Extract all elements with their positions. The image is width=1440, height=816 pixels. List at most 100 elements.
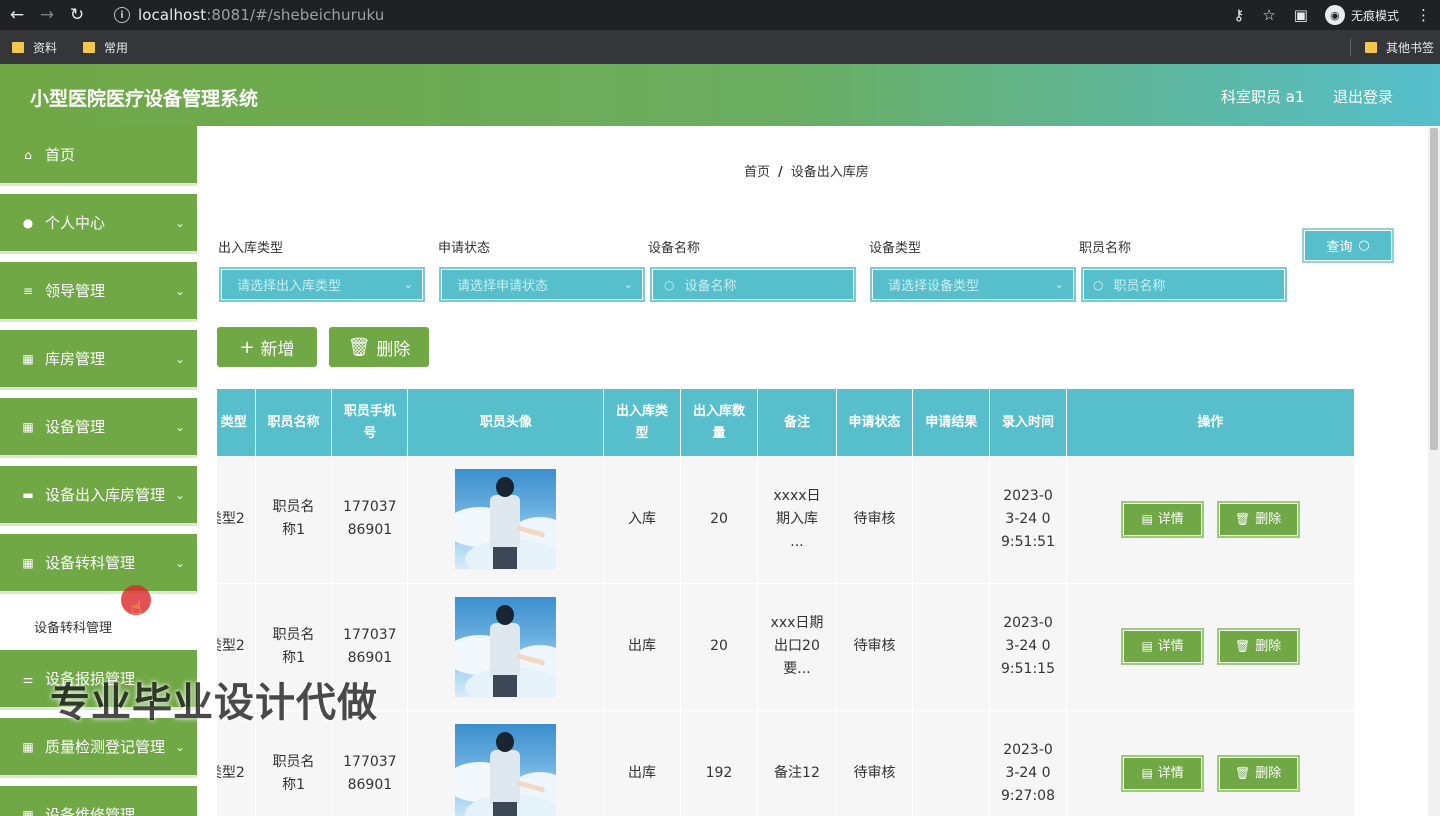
cell-io-type: 出库	[603, 710, 681, 816]
cell-qty: 20	[680, 456, 759, 584]
col-header[interactable]: 类型	[217, 389, 256, 456]
bookmark-folder[interactable]: 常用	[83, 39, 128, 56]
incognito-indicator[interactable]: ◉ 无痕模式	[1324, 5, 1399, 25]
filter-label-io-type: 出入库类型	[218, 241, 284, 256]
device-name-input[interactable]: ○ 设备名称	[650, 267, 856, 302]
row-delete-button[interactable]: 🗑 删除	[1216, 755, 1300, 792]
logout-link[interactable]: 退出登录	[1333, 86, 1393, 107]
address-bar[interactable]: i localhost:8081/#/shebeichuruku	[106, 2, 1276, 28]
status-select[interactable]: 请选择申请状态 ⌄	[439, 267, 645, 302]
col-header[interactable]: 申请结果	[912, 389, 991, 456]
chevron-down-icon: ⌄	[174, 216, 185, 230]
col-header[interactable]: 出入库数量	[680, 389, 759, 456]
sidebar-item-repair[interactable]: ▦ 设备维修管理 ⌄	[0, 786, 197, 816]
col-header[interactable]: 录入时间	[989, 389, 1067, 456]
menu-icon[interactable]: ⋮	[1416, 6, 1431, 24]
key-icon[interactable]: ⚷	[1233, 6, 1244, 24]
watermark-text: 专业毕业设计代做	[50, 680, 378, 726]
data-table: 类型 职员名称 职员手机号 职员头像 出入库类型 出入库数量 备注 申请状态 申…	[217, 389, 1407, 816]
sidebar-item-device-transfer[interactable]: ▦ 设备转科管理 ⌄	[0, 534, 197, 594]
cell-avatar	[407, 583, 605, 711]
detail-button[interactable]: ▤ 详情	[1121, 500, 1205, 538]
table-row: 类型2 职员名称1 17703786901 出库 192 备注12 待审核 20…	[217, 710, 1356, 816]
filter-label-device-type: 设备类型	[869, 241, 922, 256]
staff-avatar-image[interactable]	[455, 596, 557, 697]
search-icon: ○	[1358, 238, 1370, 253]
io-type-select[interactable]: 请选择出入库类型 ⌄	[219, 267, 425, 302]
col-header[interactable]: 申请状态	[836, 389, 914, 456]
cell-result	[912, 710, 991, 816]
device-type-select[interactable]: 请选择设备类型 ⌄	[870, 267, 1076, 302]
query-button[interactable]: 查询 ○	[1302, 228, 1394, 263]
table-row: 类型2 职员名称1 17703786901 入库 20 xxxx日期入库 ...…	[217, 456, 1356, 584]
document-icon: ▤	[1141, 511, 1153, 526]
cell-time: 2023-03-24 09:27:08	[989, 710, 1067, 816]
app-header: 小型医院医疗设备管理系统 科室职员 a1 退出登录	[0, 64, 1440, 126]
sidepanel-icon[interactable]: ▣	[1294, 6, 1308, 24]
staff-avatar-image[interactable]	[455, 723, 557, 816]
col-header: 操作	[1066, 389, 1356, 456]
row-delete-button[interactable]: 🗑 删除	[1216, 628, 1300, 665]
chevron-down-icon: ⌄	[174, 352, 185, 366]
back-icon[interactable]: ←	[4, 2, 30, 28]
user-icon: ●	[22, 215, 34, 230]
grid-icon: ▦	[22, 555, 34, 570]
cell-result	[912, 456, 991, 584]
detail-button[interactable]: ▤ 详情	[1121, 755, 1205, 792]
browser-toolbar: ← → ↻ i localhost:8081/#/shebeichuruku ⚷…	[0, 0, 1440, 30]
col-header[interactable]: 职员手机号	[331, 389, 409, 456]
info-icon[interactable]: i	[114, 7, 130, 23]
search-icon: ○	[664, 277, 675, 292]
cell-result	[912, 583, 991, 711]
trash-icon: 🗑	[1234, 639, 1251, 653]
cell-qty: 20	[680, 583, 759, 711]
staff-name-input[interactable]: ○ 职员名称	[1081, 267, 1287, 302]
document-icon: ▤	[1141, 766, 1153, 780]
scrollbar-thumb[interactable]	[1430, 128, 1438, 450]
detail-button[interactable]: ▤ 详情	[1121, 628, 1205, 665]
col-header[interactable]: 职员名称	[255, 389, 333, 456]
sidebar-item-devices[interactable]: ▦ 设备管理 ⌄	[0, 398, 197, 458]
cell-actions: ▤ 详情 🗑 删除	[1066, 583, 1356, 711]
cell-staff: 职员名称1	[255, 456, 333, 584]
sliders-icon: ⚌	[22, 671, 34, 686]
table-row: 类型2 职员名称1 17703786901 出库 20 xxx日期出口20要..…	[217, 583, 1356, 711]
folder-icon	[12, 41, 24, 53]
sidebar-item-device-inout[interactable]: ▬ 设备出入库房管理 ⌄	[0, 466, 197, 526]
submenu-item-device-transfer[interactable]: 设备转科管理	[0, 598, 197, 654]
chevron-down-icon: ⌄	[174, 420, 185, 434]
forward-icon[interactable]: →	[34, 2, 60, 28]
sidebar-item-profile[interactable]: ● 个人中心 ⌄	[0, 194, 197, 254]
chevron-down-icon: ⌄	[403, 278, 413, 291]
col-header[interactable]: 备注	[757, 389, 837, 456]
bookmark-folder[interactable]: 资料	[12, 39, 57, 56]
staff-avatar-image[interactable]	[455, 469, 557, 570]
document-icon: ▤	[1141, 639, 1153, 653]
page-scrollbar[interactable]	[1428, 126, 1440, 816]
trash-icon: 🗑	[1234, 766, 1251, 780]
breadcrumb-home[interactable]: 首页	[744, 165, 770, 180]
delete-button[interactable]: 🗑 删除	[329, 327, 429, 367]
col-header[interactable]: 出入库类型	[603, 389, 681, 456]
incognito-icon: ◉	[1324, 5, 1345, 25]
reload-icon[interactable]: ↻	[64, 2, 90, 28]
bookmarks-bar: 资料 常用 其他书签	[0, 30, 1440, 64]
cell-status: 待审核	[836, 456, 914, 584]
cell-avatar	[407, 456, 605, 584]
add-button[interactable]: + 新增	[217, 327, 317, 367]
chevron-down-icon: ⌄	[174, 284, 185, 298]
cell-time: 2023-03-24 09:51:51	[989, 456, 1067, 584]
grid-icon: ▦	[22, 419, 34, 434]
sidebar-item-storeroom[interactable]: ▦ 库房管理 ⌄	[0, 330, 197, 390]
sidebar-item-home[interactable]: ⌂ 首页	[0, 126, 197, 186]
cell-note: xxx日期出口20要...	[757, 583, 837, 711]
star-icon[interactable]: ☆	[1262, 6, 1275, 24]
other-bookmarks[interactable]: 其他书签	[1349, 30, 1434, 64]
table-header-row: 类型 职员名称 职员手机号 职员头像 出入库类型 出入库数量 备注 申请状态 申…	[217, 389, 1356, 456]
grid-icon: ▦	[22, 739, 34, 754]
sidebar-item-leaders[interactable]: ≡ 领导管理 ⌄	[0, 262, 197, 322]
row-delete-button[interactable]: 🗑 删除	[1216, 500, 1300, 538]
url-text[interactable]: localhost:8081/#/shebeichuruku	[138, 6, 384, 24]
folder-icon	[1364, 41, 1377, 53]
col-header[interactable]: 职员头像	[407, 389, 605, 456]
